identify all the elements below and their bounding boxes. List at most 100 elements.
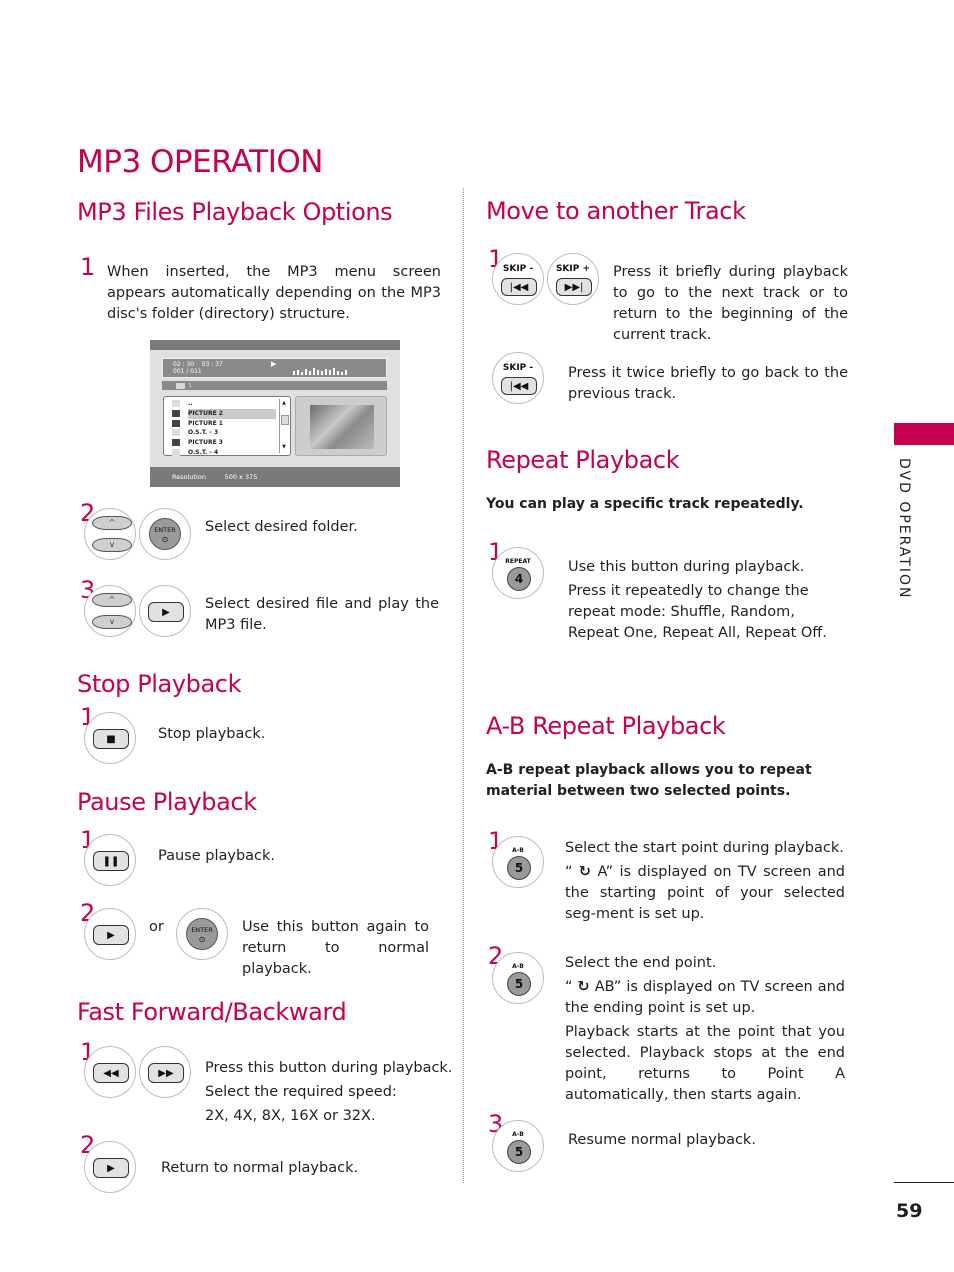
ffwd-step1-text: Press this button during playback. Selec…: [205, 1056, 452, 1128]
time-elapsed: 02 : 30: [173, 361, 195, 368]
preview-photo: [310, 405, 374, 449]
file-list-scrollbar[interactable]: ▲ ▼: [279, 399, 289, 453]
picture-icon: [172, 439, 180, 447]
screen-status-bar: Resolution 500 x 375: [150, 467, 400, 487]
repeat-loop-icon: ↻: [578, 864, 592, 880]
up-down-nav-button[interactable]: ^ v: [84, 585, 136, 637]
ab-repeat-button[interactable]: A-B 5: [492, 1120, 544, 1172]
enter-dot-icon: ⊙: [161, 534, 169, 544]
picture-icon: [172, 419, 180, 427]
or-text: or: [149, 919, 164, 935]
move-track-text2: Press it twice briefly to go back to the…: [568, 365, 848, 402]
resolution-label: Resolution: [172, 473, 206, 481]
pause-icon: ❚❚: [93, 851, 129, 871]
skip-minus-button[interactable]: SKIP - |◀◀: [492, 352, 544, 404]
scroll-thumb[interactable]: [281, 414, 289, 425]
ab-repeat-intro: A-B repeat playback allows you to repeat…: [486, 762, 812, 799]
up-down-nav-button[interactable]: ^ v: [84, 508, 136, 560]
file-list-item[interactable]: ..: [168, 399, 290, 409]
pause-step2-text: Use this button again to return to norma…: [242, 919, 429, 977]
file-list-item[interactable]: O.S.T. - 3: [168, 428, 290, 438]
up-arrow-icon[interactable]: ^: [92, 516, 132, 530]
skip-minus-label: SKIP -: [502, 264, 534, 274]
play-button[interactable]: ▶: [139, 585, 191, 637]
rewind-button[interactable]: ◀◀: [84, 1046, 136, 1098]
repeat-button[interactable]: REPEAT 4: [492, 547, 544, 599]
ab-repeat-button[interactable]: A-B 5: [492, 836, 544, 888]
column-divider: [463, 188, 464, 1183]
side-section-label: DVD OPERATION: [896, 458, 912, 600]
play-button[interactable]: ▶: [84, 908, 136, 960]
ab-step1-text1: Select the start point during playback.: [565, 840, 844, 856]
repeat-playback-heading: Repeat Playback: [486, 446, 680, 474]
skip-forward-icon: ▶▶|: [556, 278, 592, 296]
ab-label: A-B: [512, 1131, 524, 1138]
play-button[interactable]: ▶: [84, 1141, 136, 1193]
file-list-item-selected[interactable]: PICTURE 2: [168, 408, 290, 419]
scroll-up-icon[interactable]: ▲: [280, 399, 288, 409]
folder-icon: [172, 400, 180, 407]
ab-step1-text: Select the start point during playback. …: [565, 838, 845, 925]
page-number-rule: [894, 1182, 954, 1183]
stop-button[interactable]: ■: [84, 712, 136, 764]
current-path: \: [188, 382, 191, 389]
fast-forward-button[interactable]: ▶▶: [139, 1046, 191, 1098]
stop-step1-text: Stop playback.: [158, 726, 266, 742]
screen-top-bar: [150, 340, 400, 350]
enter-button[interactable]: ENTER ⊙: [139, 508, 191, 560]
pause-step1-text: Pause playback.: [158, 848, 276, 864]
pause-playback-heading: Pause Playback: [77, 788, 257, 816]
side-tab-marker: [894, 423, 954, 445]
ab-step2-text1: Select the end point.: [565, 955, 717, 971]
page-number: 59: [896, 1200, 923, 1222]
play-icon: ▶: [93, 925, 129, 945]
number-4-key: 4: [507, 567, 531, 591]
play-icon: ▶: [93, 1158, 129, 1178]
folder-icon: [176, 382, 185, 389]
ab-step1-text2: A” is displayed on TV screen and the sta…: [565, 864, 846, 922]
ab-repeat-button[interactable]: A-B 5: [492, 952, 544, 1004]
stop-icon: ■: [93, 729, 129, 749]
fast-forward-icon: ▶▶: [148, 1063, 184, 1083]
screen-info-bar: 02 : 30 03 : 37 001 / 011 ▶: [162, 358, 387, 378]
equalizer-icon: [293, 367, 347, 375]
fast-forward-backward-heading: Fast Forward/Backward: [77, 998, 347, 1026]
enter-button[interactable]: ENTER ⊙: [176, 908, 228, 960]
ab-step2-text: Select the end point. “ ↻ AB” is display…: [565, 953, 845, 1106]
ab-step2-text3: Playback starts at the point that you se…: [565, 1024, 845, 1103]
ab-repeat-heading: A-B Repeat Playback: [486, 712, 726, 740]
stop-playback-heading: Stop Playback: [77, 670, 242, 698]
pause-button[interactable]: ❚❚: [84, 834, 136, 886]
file-list-item[interactable]: PICTURE 3: [168, 438, 290, 448]
music-note-icon: [172, 448, 180, 456]
mp3-menu-screen: 02 : 30 03 : 37 001 / 011 ▶ \ .. PICTURE…: [150, 340, 400, 487]
screen-path-bar: \: [162, 381, 387, 390]
repeat-text1: Use this button during playback.: [568, 559, 805, 575]
file-list-item[interactable]: O.S.T. - 4: [168, 448, 290, 458]
skip-plus-label: SKIP +: [555, 264, 591, 274]
move-track-text1: Press it briefly during playback to go t…: [613, 264, 848, 343]
scroll-down-icon[interactable]: ▼: [280, 443, 288, 453]
play-icon: ▶: [148, 602, 184, 622]
number-5-key: 5: [507, 972, 531, 996]
step-number: 1: [80, 253, 96, 281]
file-list-item[interactable]: PICTURE 1: [168, 419, 290, 429]
ffwd-step1-line3: 2X, 4X, 8X, 16X or 32X.: [205, 1108, 376, 1124]
move-track-heading: Move to another Track: [486, 197, 746, 225]
number-5-key: 5: [507, 856, 531, 880]
enter-dot-icon: ⊙: [198, 934, 206, 944]
up-arrow-icon[interactable]: ^: [92, 593, 132, 607]
skip-plus-button[interactable]: SKIP + ▶▶|: [547, 253, 599, 305]
play-status-icon: ▶: [271, 360, 277, 368]
repeat-loop-icon: ↻: [577, 979, 590, 995]
skip-minus-button[interactable]: SKIP - |◀◀: [492, 253, 544, 305]
ffwd-step1-line1: Press this button during playback.: [205, 1060, 453, 1076]
down-arrow-icon[interactable]: v: [92, 538, 132, 552]
down-arrow-icon[interactable]: v: [92, 615, 132, 629]
repeat-step1-text: Use this button during playback. Press i…: [568, 557, 848, 644]
mp3-options-step3-text: Select desired file and play the MP3 fil…: [205, 596, 439, 633]
number-5-key: 5: [507, 1140, 531, 1164]
time-total: 03 : 37: [201, 361, 223, 368]
preview-panel: [295, 396, 387, 456]
picture-icon: [172, 409, 180, 417]
